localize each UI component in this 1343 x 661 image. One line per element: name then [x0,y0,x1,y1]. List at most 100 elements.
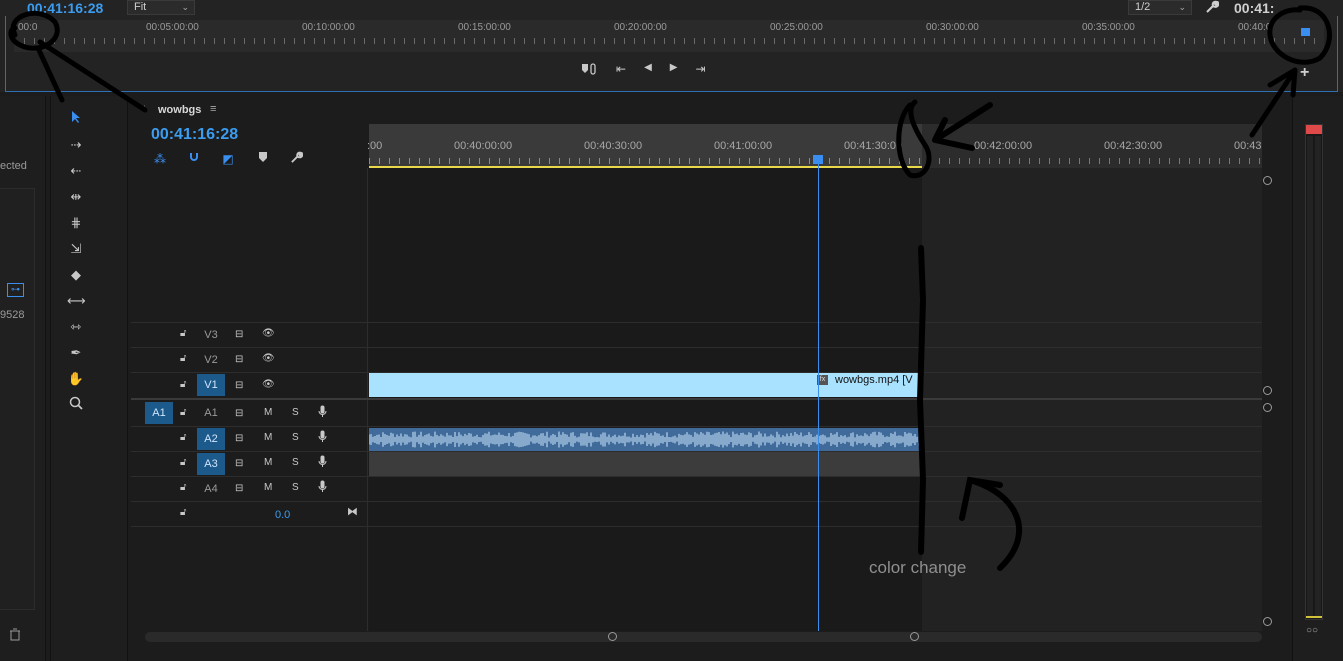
track-header-master[interactable]: 🔓︎ [131,502,367,526]
sequence-icon[interactable]: ⊶ [7,283,24,297]
razor-icon[interactable]: ◆ [67,266,85,284]
track-select-backward-icon[interactable]: ⇠ [67,162,85,180]
lock-icon[interactable]: 🔓︎ [180,379,186,390]
selection-status-text: ected [0,160,27,172]
hand-icon[interactable]: ✋ [67,370,85,388]
rate-stretch-icon[interactable]: ⇲ [67,240,85,258]
go-to-end-icon[interactable]: ⧓ [347,505,358,518]
eye-icon[interactable]: 👁︎ [262,328,275,339]
track-header-a4[interactable]: 🔓︎ A4 ⊟ M S [131,477,367,501]
master-volume-value[interactable]: 0.0 [275,509,290,521]
mute-button[interactable]: M [264,432,272,443]
marker-link-icon[interactable] [580,62,598,80]
ripple-edit-icon[interactable]: ⇹ [67,188,85,206]
track-name-v3[interactable]: V3 [197,324,225,346]
lock-icon[interactable]: 🔓︎ [180,507,186,518]
go-to-in-button[interactable]: ⇤ [616,62,626,80]
scroll-handle[interactable] [1263,386,1272,395]
audio-clip-a3[interactable] [369,452,921,476]
track-header-a3[interactable]: 🔓︎ A3 ⊟ M S [131,452,367,476]
zoom-icon[interactable] [67,396,85,414]
track-header-v1[interactable]: 🔓︎ V1 ⊟ 👁︎ [131,373,367,398]
scroll-handle-left[interactable] [608,632,617,641]
lock-icon[interactable]: 🔓︎ [180,353,186,364]
peak-indicator[interactable] [1306,125,1322,134]
program-timecode[interactable]: 00:41:16:28 [27,0,103,16]
selection-tool-icon[interactable] [67,110,85,128]
lock-icon[interactable]: 🔓︎ [180,457,186,468]
solo-button[interactable]: S [292,407,299,418]
program-playhead[interactable] [1301,28,1310,36]
lock-icon[interactable]: 🔓︎ [180,407,186,418]
microphone-icon[interactable] [318,480,327,496]
track-header-v2[interactable]: 🔓︎ V2 ⊟ 👁︎ [131,348,367,372]
lock-icon[interactable]: 🔓︎ [180,482,186,493]
horizontal-zoom-scrollbar[interactable] [145,632,1262,642]
slip-icon[interactable]: ⟷ [67,292,86,310]
track-header-a1[interactable]: A1 🔓︎ A1 ⊟ M S [131,401,367,426]
mute-button[interactable]: M [264,482,272,493]
track-header-v3[interactable]: 🔓︎ V3 ⊟ 👁︎ [131,323,367,347]
eye-icon[interactable]: 👁︎ [262,353,275,364]
vertical-zoom-scrollbar[interactable] [1262,168,1274,631]
mute-button[interactable]: M [264,457,272,468]
linked-selection-icon[interactable]: ◩ [220,151,236,167]
solo-button[interactable]: S [292,457,299,468]
add-marker-icon[interactable] [255,151,271,167]
microphone-icon[interactable] [318,430,327,446]
mute-button[interactable]: M [264,407,272,418]
solo-button[interactable]: S [292,432,299,443]
zoom-select[interactable]: Fit ⌄ [127,0,195,15]
sequence-timecode[interactable]: 00:41:16:28 [151,126,238,144]
sync-lock-icon[interactable]: ⊟ [235,329,243,340]
sync-lock-icon[interactable]: ⊟ [235,433,243,444]
sync-lock-icon[interactable]: ⊟ [235,458,243,469]
wrench-icon[interactable] [1205,0,1220,17]
track-name-a1[interactable]: A1 [197,402,225,424]
scroll-handle[interactable] [1263,176,1272,185]
slide-icon[interactable]: ⇿ [67,318,85,336]
timeline-settings-wrench-icon[interactable] [288,151,304,167]
sync-lock-icon[interactable]: ⊟ [235,354,243,365]
solo-indicator[interactable]: ○○ [1306,625,1318,636]
transport-controls: ⇤ ◀ ▶ ⇥ [580,62,706,80]
snap-magnet-icon[interactable] [186,151,202,167]
track-name-a3[interactable]: A3 [197,453,225,475]
timeline-playhead[interactable] [813,155,823,164]
sync-lock-icon[interactable]: ⊟ [235,408,243,419]
nest-sequence-icon[interactable]: ⁂ [152,151,168,167]
sequence-tab[interactable]: wowbgs [158,104,201,116]
scroll-handle-right[interactable] [910,632,919,641]
track-name-a2[interactable]: A2 [197,428,225,450]
trash-icon[interactable] [9,628,21,644]
step-forward-button[interactable]: ▶ [670,62,678,80]
step-back-button[interactable]: ◀ [644,62,652,80]
panel-menu-icon[interactable]: ≡ [210,103,216,115]
track-name-a4[interactable]: A4 [197,478,225,500]
sync-lock-icon[interactable]: ⊟ [235,380,243,391]
add-button[interactable]: + [1300,64,1309,82]
program-time-ruler[interactable]: 00:0 00:05:00:00 00:10:00:00 00:15:00:00… [14,20,1324,52]
go-to-out-button[interactable]: ⇥ [695,62,705,80]
audio-waveform [369,431,920,448]
pen-icon[interactable]: ✒ [67,344,85,362]
track-header-a2[interactable]: 🔓︎ A2 ⊟ M S [131,427,367,451]
scroll-handle[interactable] [1263,617,1272,626]
sync-lock-icon[interactable]: ⊟ [235,483,243,494]
rolling-edit-icon[interactable]: ⋕ [67,214,85,232]
microphone-icon[interactable] [318,455,327,471]
close-icon[interactable]: × [140,103,146,114]
track-name-v1[interactable]: V1 [197,374,225,396]
solo-button[interactable]: S [292,482,299,493]
chevron-down-icon: ⌄ [1178,2,1186,12]
eye-icon[interactable]: 👁︎ [262,379,275,390]
track-select-forward-icon[interactable]: ⇢ [67,136,85,154]
scroll-handle[interactable] [1263,403,1272,412]
source-patch-a1[interactable]: A1 [145,402,173,424]
lock-icon[interactable]: 🔓︎ [180,328,186,339]
resolution-select[interactable]: 1/2 ⌄ [1128,0,1192,15]
microphone-icon[interactable] [318,405,327,421]
track-name-v2[interactable]: V2 [197,349,225,371]
lock-icon[interactable]: 🔓︎ [180,432,186,443]
chevron-down-icon: ⌄ [181,2,189,12]
